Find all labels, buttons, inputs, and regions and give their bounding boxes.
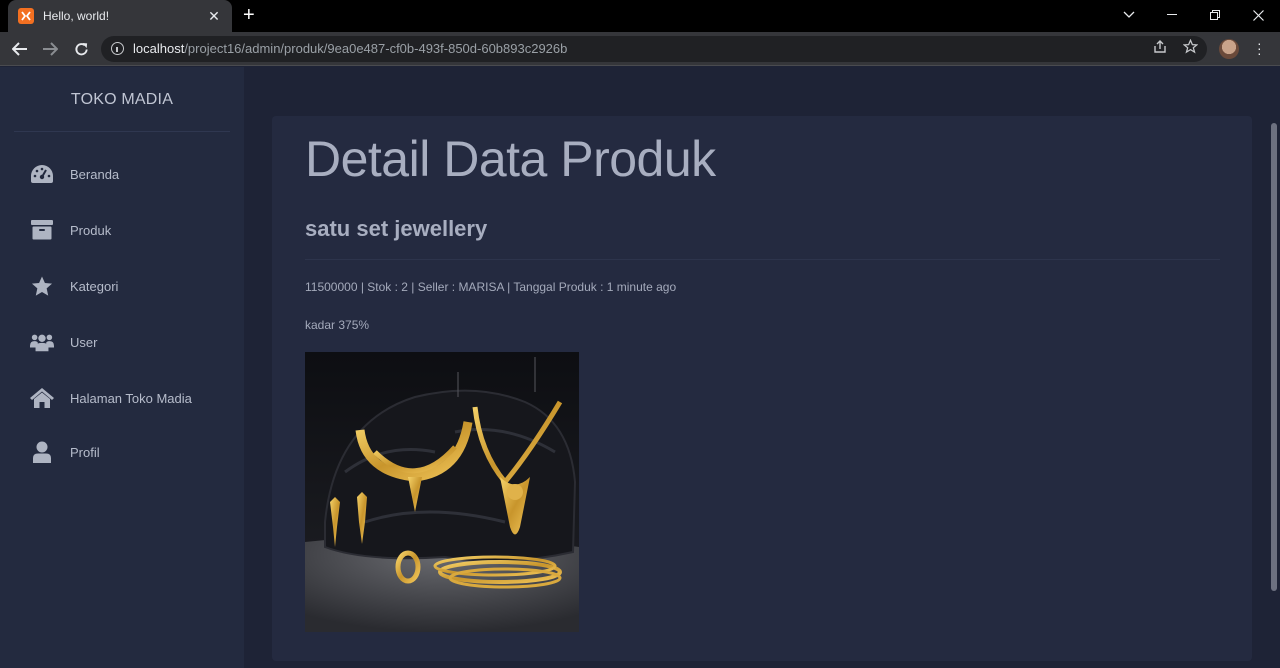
sidebar-item-label: Halaman Toko Madia bbox=[70, 390, 192, 406]
users-icon bbox=[30, 330, 54, 354]
dashboard-icon bbox=[30, 162, 54, 186]
tab-search-icon[interactable] bbox=[1107, 0, 1151, 30]
url-text[interactable]: localhost/project16/admin/produk/9ea0e48… bbox=[133, 41, 567, 56]
forward-arrow-icon[interactable] bbox=[40, 40, 60, 58]
close-window-button[interactable] bbox=[1236, 0, 1280, 30]
sidebar-item-label: Kategori bbox=[70, 278, 119, 294]
page-title: Detail Data Produk bbox=[305, 131, 716, 187]
layout-gutter bbox=[244, 67, 264, 668]
sidebar-item-halaman-toko-madia[interactable]: Halaman Toko Madia bbox=[30, 386, 192, 410]
sidebar-item-kategori[interactable]: Kategori bbox=[30, 274, 118, 298]
divider bbox=[305, 259, 1220, 260]
xampp-favicon-icon bbox=[18, 8, 34, 24]
product-name: satu set jewellery bbox=[305, 216, 488, 241]
browser-tab-strip: Hello, world! ✕ + bbox=[0, 0, 1280, 32]
address-bar[interactable]: localhost/project16/admin/produk/9ea0e48… bbox=[101, 36, 1207, 62]
tab-title: Hello, world! bbox=[43, 9, 110, 23]
back-arrow-icon[interactable] bbox=[10, 40, 30, 58]
restore-button[interactable] bbox=[1193, 0, 1237, 30]
sidebar-item-label: Beranda bbox=[70, 166, 120, 182]
page-scrollbar[interactable] bbox=[1268, 67, 1280, 668]
brand-logo-text[interactable]: TOKO MADIA bbox=[0, 91, 244, 109]
sidebar-item-label: Profil bbox=[70, 444, 100, 460]
main-content: Detail Data Produk satu set jewellery 11… bbox=[264, 67, 1268, 668]
sidebar-item-label: Produk bbox=[70, 222, 112, 238]
tab-close-icon[interactable]: ✕ bbox=[206, 8, 222, 25]
sidebar-item-produk[interactable]: Produk bbox=[30, 218, 111, 242]
product-description: kadar 375% bbox=[305, 318, 370, 332]
divider bbox=[14, 131, 230, 132]
new-tab-button[interactable]: + bbox=[243, 5, 255, 25]
share-icon[interactable] bbox=[1153, 40, 1167, 57]
home-icon bbox=[30, 386, 54, 410]
address-bar-row: localhost/project16/admin/produk/9ea0e48… bbox=[0, 32, 1280, 66]
minimize-button[interactable] bbox=[1150, 0, 1194, 30]
user-icon bbox=[30, 440, 54, 464]
archive-box-icon bbox=[30, 218, 54, 242]
sidebar-item-beranda[interactable]: Beranda bbox=[30, 162, 119, 186]
bookmark-star-icon[interactable] bbox=[1182, 38, 1199, 57]
sidebar: TOKO MADIA Beranda Produk Kategori User … bbox=[0, 67, 244, 668]
product-meta: 11500000 | Stok : 2 | Seller : MARISA | … bbox=[305, 280, 677, 294]
sidebar-item-user[interactable]: User bbox=[30, 330, 97, 354]
product-image bbox=[305, 352, 579, 632]
product-detail-card: Detail Data Produk satu set jewellery 11… bbox=[272, 116, 1252, 661]
sidebar-item-profil[interactable]: Profil bbox=[30, 440, 100, 464]
reload-icon[interactable] bbox=[71, 40, 91, 58]
sidebar-item-label: User bbox=[70, 334, 98, 350]
star-icon bbox=[30, 274, 54, 298]
menu-kebab-icon[interactable]: · · · bbox=[1257, 36, 1262, 60]
profile-avatar[interactable] bbox=[1219, 39, 1239, 59]
scrollbar-thumb[interactable] bbox=[1271, 123, 1277, 591]
browser-tab[interactable]: Hello, world! ✕ bbox=[8, 0, 232, 32]
site-info-icon[interactable] bbox=[111, 42, 124, 55]
